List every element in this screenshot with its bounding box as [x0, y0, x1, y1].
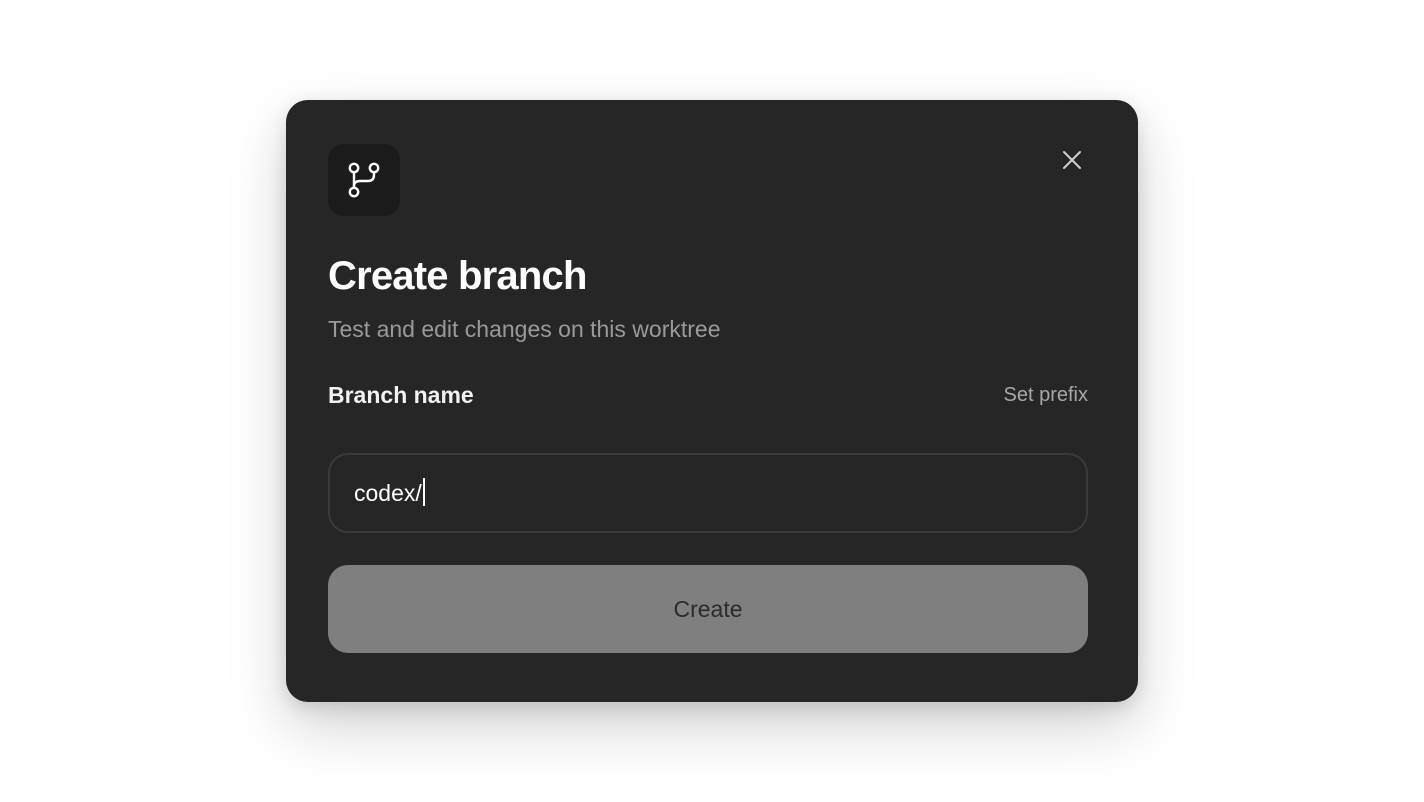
dialog-title: Create branch [328, 254, 587, 298]
close-icon [1063, 151, 1081, 169]
page-backdrop: Create branch Test and edit changes on t… [0, 0, 1424, 802]
close-button[interactable] [1058, 146, 1086, 174]
create-branch-dialog: Create branch Test and edit changes on t… [286, 100, 1138, 702]
branch-name-label: Branch name [328, 382, 474, 408]
set-prefix-link[interactable]: Set prefix [1004, 381, 1088, 409]
git-branch-icon [328, 144, 400, 216]
create-button[interactable]: Create [328, 565, 1088, 653]
text-caret [422, 478, 425, 506]
dialog-subtitle: Test and edit changes on this worktree [328, 316, 721, 342]
branch-name-input[interactable]: codex/ [328, 453, 1088, 533]
branch-name-value: codex/ [354, 480, 422, 506]
